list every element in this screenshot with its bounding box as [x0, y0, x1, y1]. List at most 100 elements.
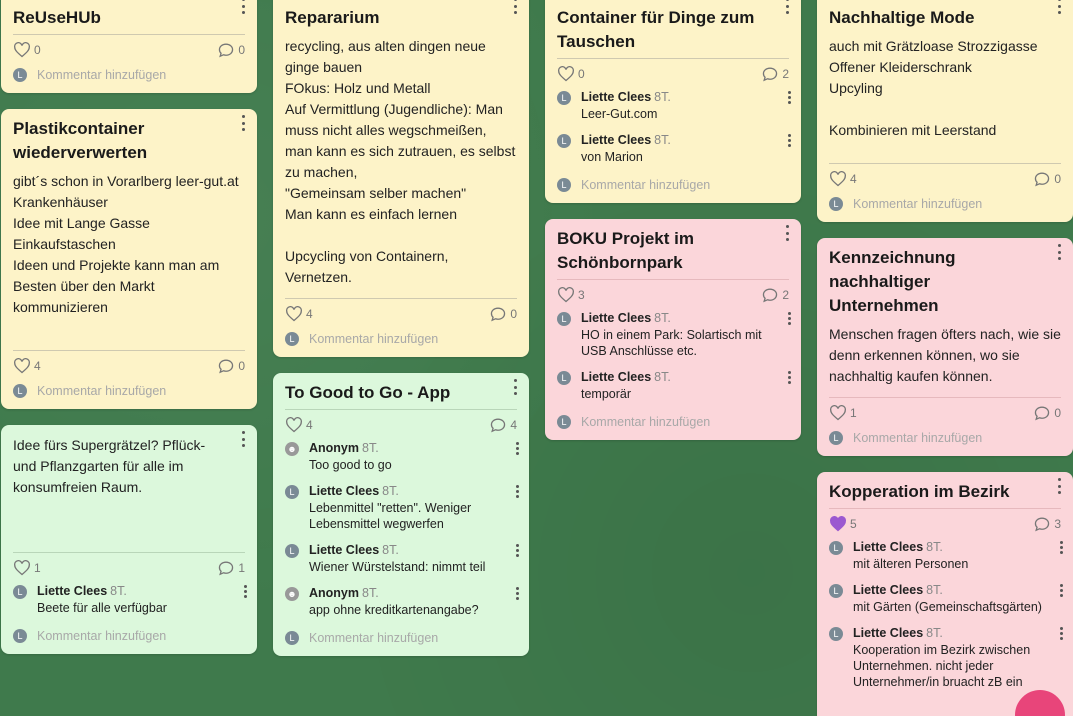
card-menu-icon[interactable] — [781, 225, 793, 241]
card-container-tauschen[interactable]: Container für Dinge zum Tauschen 0 2 L L… — [545, 0, 801, 203]
like-button[interactable]: 0 — [13, 42, 41, 58]
card-reusehub[interactable]: ReUseHUb 0 0 L Kommentar hinzufügen — [1, 0, 257, 93]
comment-text: Too good to go — [309, 458, 392, 472]
card-menu-icon[interactable] — [237, 115, 249, 131]
comment-bubble-icon — [489, 306, 507, 322]
comment-count-button[interactable]: 0 — [489, 306, 517, 322]
avatar: L — [557, 134, 571, 148]
add-comment-input[interactable]: L Kommentar hinzufügen — [285, 329, 517, 351]
add-comment-input[interactable]: L Kommentar hinzufügen — [285, 628, 517, 650]
comment: L Liette Clees 8T. mit älteren Personen — [829, 539, 1063, 572]
avatar: L — [285, 332, 299, 346]
comment-menu-icon[interactable] — [783, 134, 795, 147]
card-menu-icon[interactable] — [237, 0, 249, 14]
comment-count-button[interactable]: 0 — [1033, 171, 1061, 187]
comment-menu-icon[interactable] — [783, 91, 795, 104]
like-button[interactable]: 4 — [285, 417, 313, 433]
comment-bubble-icon — [1033, 405, 1051, 421]
comment-menu-icon[interactable] — [511, 544, 523, 557]
comment-count-button[interactable]: 0 — [217, 42, 245, 58]
card-title: Plastikcontainer wiederverwerten — [13, 119, 148, 162]
comment-count-button[interactable]: 2 — [761, 66, 789, 82]
card-body: Menschen fragen öfters nach, wie sie den… — [829, 324, 1061, 398]
comment-time: 8T. — [654, 90, 671, 104]
avatar: L — [829, 431, 843, 445]
comment-text: Wiener Würstelstand: nimmt teil — [309, 560, 486, 574]
avatar: L — [557, 312, 571, 326]
card-boku-projekt[interactable]: BOKU Projekt im Schönbornpark 3 2 L Liet… — [545, 219, 801, 440]
heart-icon — [285, 417, 303, 433]
add-comment-input[interactable]: L Kommentar hinzufügen — [829, 428, 1061, 450]
comment-author: Liette Clees — [309, 543, 380, 557]
comment-menu-icon[interactable] — [511, 442, 523, 455]
comment-text: mit älteren Personen — [853, 557, 969, 571]
comment-author: Liette Clees — [853, 583, 924, 597]
comment-count-button[interactable]: 3 — [1033, 516, 1061, 532]
add-comment-input[interactable]: L Kommentar hinzufügen — [557, 175, 789, 197]
card-menu-icon[interactable] — [1053, 478, 1065, 494]
card-menu-icon[interactable] — [1053, 0, 1065, 14]
comment-menu-icon[interactable] — [1055, 627, 1067, 640]
comment-menu-icon[interactable] — [511, 587, 523, 600]
add-comment-input[interactable]: L Kommentar hinzufügen — [13, 65, 245, 87]
comment-bubble-icon — [1033, 171, 1051, 187]
comment-menu-icon[interactable] — [783, 312, 795, 325]
avatar: L — [829, 627, 843, 641]
add-comment-input[interactable]: L Kommentar hinzufügen — [13, 626, 245, 648]
add-comment-input[interactable]: L Kommentar hinzufügen — [829, 194, 1061, 216]
comment-count-button[interactable]: 2 — [761, 287, 789, 303]
heart-icon — [13, 358, 31, 374]
comment-menu-icon[interactable] — [239, 585, 251, 598]
comment: L Liette Clees 8T. Kooperation im Bezirk … — [829, 625, 1063, 690]
like-button[interactable]: 4 — [285, 306, 313, 322]
card-menu-icon[interactable] — [1053, 244, 1065, 260]
comment-count-button[interactable]: 4 — [489, 417, 517, 433]
like-button[interactable]: 4 — [829, 171, 857, 187]
comment-bubble-icon — [489, 417, 507, 433]
comment-menu-icon[interactable] — [783, 371, 795, 384]
card-kennzeichnung[interactable]: Kennzeichnung nachhaltiger Unternehmen M… — [817, 238, 1073, 456]
card-title: ReUseHUb — [13, 8, 101, 27]
card-body: Idee fürs Supergrätzel? Pflück- und Pfla… — [13, 433, 245, 553]
comment-text: von Marion — [581, 150, 643, 164]
heart-icon — [829, 405, 847, 421]
comment-time: 8T. — [110, 584, 127, 598]
card-menu-icon[interactable] — [509, 0, 521, 14]
card-to-good-to-go[interactable]: To Good to Go - App 4 4 ☻ Anonym 8T. Too … — [273, 373, 529, 656]
comment-author: Liette Clees — [853, 540, 924, 554]
avatar: L — [557, 415, 571, 429]
comment-menu-icon[interactable] — [1055, 541, 1067, 554]
comment-count-button[interactable]: 1 — [217, 560, 245, 576]
card-kopperation[interactable]: Kopperation im Bezirk 5 3 L Liette Clees… — [817, 472, 1073, 716]
card-menu-icon[interactable] — [509, 379, 521, 395]
comment-menu-icon[interactable] — [1055, 584, 1067, 597]
like-button[interactable]: 0 — [557, 66, 585, 82]
comment-menu-icon[interactable] — [511, 485, 523, 498]
comment-author: Liette Clees — [581, 311, 652, 325]
comment-time: 8T. — [382, 543, 399, 557]
comment-time: 8T. — [654, 311, 671, 325]
like-button[interactable]: 4 — [13, 358, 41, 374]
card-repararium[interactable]: Repararium recycling, aus alten dingen n… — [273, 0, 529, 357]
like-button[interactable]: 5 — [829, 516, 857, 532]
add-comment-input[interactable]: L Kommentar hinzufügen — [557, 412, 789, 434]
card-menu-icon[interactable] — [237, 431, 249, 447]
card-title: Nachhaltige Mode — [829, 8, 975, 27]
column-3: Container für Dinge zum Tauschen 0 2 L L… — [545, 0, 801, 440]
card-menu-icon[interactable] — [781, 0, 793, 14]
card-nachhaltige-mode[interactable]: Nachhaltige Mode auch mit Grätzloase Str… — [817, 0, 1073, 222]
card-stats: 1 1 — [13, 553, 245, 583]
comment-count-button[interactable]: 0 — [1033, 405, 1061, 421]
like-button[interactable]: 1 — [829, 405, 857, 421]
comment-text: HO in einem Park: Solartisch mit USB Ans… — [581, 328, 762, 358]
card-body: recycling, aus alten dingen neue ginge b… — [285, 36, 517, 299]
like-button[interactable]: 3 — [557, 287, 585, 303]
comment-count-button[interactable]: 0 — [217, 358, 245, 374]
comment: L Liette Clees 8T. mit Gärten (Gemeinscha… — [829, 582, 1063, 615]
comment: L Liette Clees 8T. temporär — [557, 369, 791, 402]
card-plastikcontainer[interactable]: Plastikcontainer wiederverwerten gibt´s … — [1, 109, 257, 409]
comment-time: 8T. — [362, 586, 379, 600]
like-button[interactable]: 1 — [13, 560, 41, 576]
card-supergraetzel[interactable]: Idee fürs Supergrätzel? Pflück- und Pfla… — [1, 425, 257, 654]
add-comment-input[interactable]: L Kommentar hinzufügen — [13, 381, 245, 403]
